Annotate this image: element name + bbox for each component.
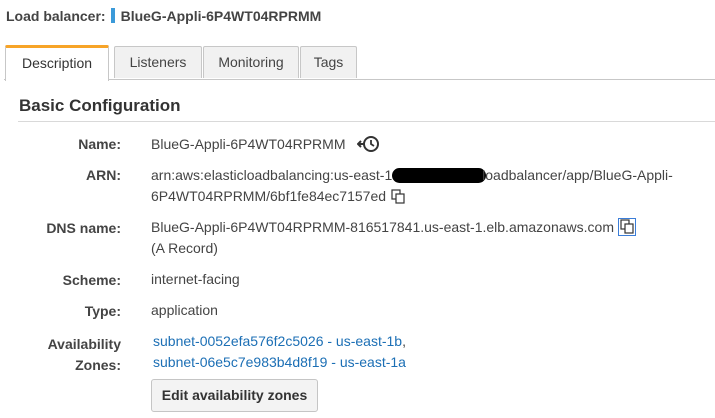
edit-availability-zones-button[interactable]: Edit availability zones [151, 379, 318, 412]
copy-arn-icon[interactable] [390, 188, 406, 204]
dns-value-block: BlueG-Appli-6P4WT04RPRMM-816517841.us-ea… [151, 217, 711, 259]
type-value: application [151, 302, 218, 318]
tab-description[interactable]: Description [5, 45, 109, 81]
header-marker [110, 8, 115, 23]
arn-value-end: loadbalancer/app/BlueG-Appli- [482, 167, 673, 183]
availability-zones-label: Availability Zones: [0, 334, 121, 376]
tab-tags[interactable]: Tags [300, 46, 357, 78]
subnet-separator: , [402, 333, 406, 349]
name-value: BlueG-Appli-6P4WT04RPRMM [151, 136, 346, 152]
subnet-link-1[interactable]: subnet-0052efa576f2c5026 - us-east-1b [153, 333, 402, 349]
name-label: Name: [78, 136, 121, 152]
availability-label-line2: Zones: [75, 357, 121, 373]
load-balancer-name: BlueG-Appli-6P4WT04RPRMM [120, 8, 322, 24]
dns-record-type: (A Record) [151, 240, 218, 256]
availability-zones-list: subnet-0052efa576f2c5026 - us-east-1b, s… [153, 331, 406, 373]
header-label: Load balancer: [6, 8, 106, 24]
scheme-value: internet-facing [151, 271, 240, 287]
redaction-mark [392, 168, 487, 183]
dns-label: DNS name: [46, 220, 121, 236]
arn-value-line2: 6P4WT04RPRMM/6bf1fe84ec7157ed [151, 188, 387, 204]
history-icon[interactable] [356, 135, 381, 159]
tab-listeners[interactable]: Listeners [114, 46, 202, 78]
page-header: Load balancer: BlueG-Appli-6P4WT04RPRMM [6, 8, 321, 24]
availability-label-line1: Availability [47, 336, 121, 352]
dns-value: BlueG-Appli-6P4WT04RPRMM-816517841.us-ea… [151, 219, 614, 235]
copy-dns-icon[interactable] [617, 218, 636, 236]
subnet-link-2[interactable]: subnet-06e5c7e983b4d8f19 - us-east-1a [153, 354, 406, 370]
arn-label: ARN: [86, 167, 121, 183]
tab-monitoring[interactable]: Monitoring [203, 46, 299, 78]
arn-value-start: arn:aws:elasticloadbalancing:us-east-1: [151, 167, 397, 183]
scheme-label: Scheme: [62, 272, 121, 288]
type-label: Type: [84, 303, 121, 319]
tab-bar: Description Listeners Monitoring Tags [4, 45, 715, 81]
section-title: Basic Configuration [19, 96, 181, 115]
name-row: BlueG-Appli-6P4WT04RPRMM [151, 134, 381, 159]
section-divider [18, 121, 715, 122]
arn-value: arn:aws:elasticloadbalancing:us-east-1: l… [151, 165, 711, 207]
